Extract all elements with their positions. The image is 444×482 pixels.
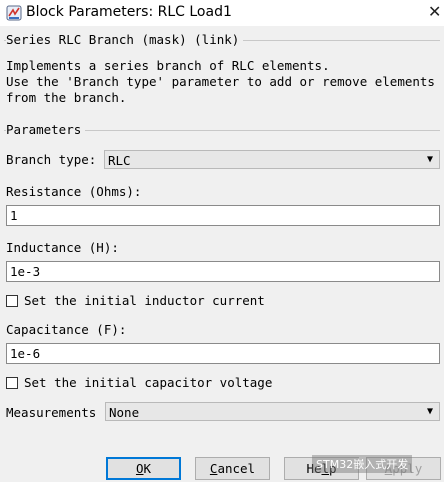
ok-button[interactable]: OK xyxy=(106,457,181,480)
mask-description: Implements a series branch of RLC elemen… xyxy=(6,58,435,105)
parameters-group-label: Parameters xyxy=(6,122,86,137)
close-icon[interactable]: ✕ xyxy=(428,2,441,21)
cancel-button[interactable]: Cancel xyxy=(195,457,270,480)
inductance-field[interactable]: 1e-3 xyxy=(6,261,440,282)
chevron-down-icon: ▼ xyxy=(426,154,433,165)
branch-type-value: RLC xyxy=(108,153,131,168)
initial-inductor-current-label: Set the initial inductor current xyxy=(24,293,265,308)
initial-capacitor-voltage-checkbox[interactable] xyxy=(6,377,18,389)
capacitance-label: Capacitance (F): xyxy=(6,322,127,337)
capacitance-field[interactable]: 1e-6 xyxy=(6,343,440,364)
initial-capacitor-voltage-label: Set the initial capacitor voltage xyxy=(24,375,273,390)
resistance-field[interactable]: 1 xyxy=(6,205,440,226)
title-bar: Block Parameters: RLC Load1 ✕ xyxy=(0,0,444,26)
chevron-down-icon: ▼ xyxy=(426,406,433,417)
branch-type-select[interactable]: RLC ▼ xyxy=(104,150,440,169)
initial-inductor-current-checkbox[interactable] xyxy=(6,295,18,307)
measurements-value: None xyxy=(109,405,140,420)
watermark: STM32嵌入式开发 xyxy=(312,455,413,473)
simulink-block-icon xyxy=(6,5,22,21)
mask-header-label: Series RLC Branch (mask) (link) xyxy=(6,32,244,47)
resistance-label: Resistance (Ohms): xyxy=(6,184,142,199)
measurements-label: Measurements xyxy=(6,405,97,420)
window-title: Block Parameters: RLC Load1 xyxy=(26,4,232,20)
measurements-select[interactable]: None ▼ xyxy=(105,402,440,421)
inductance-label: Inductance (H): xyxy=(6,240,119,255)
branch-type-label: Branch type: xyxy=(6,152,97,167)
